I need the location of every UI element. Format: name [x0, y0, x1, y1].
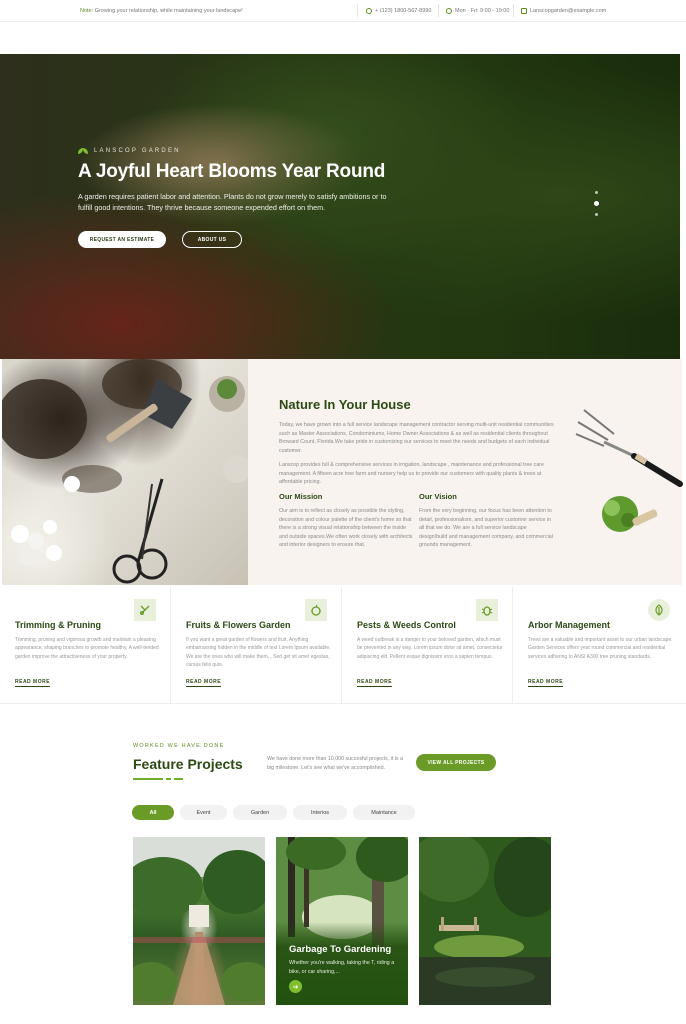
- service-card: Fruits & Flowers Garden If you want a gr…: [171, 587, 342, 704]
- arrow-right-icon[interactable]: ➜: [289, 980, 302, 993]
- topbar-hours: Mon - Fri: 9:00 - 19:00: [446, 8, 509, 14]
- about-paragraph-2: Lanscop provides full & comprehensive se…: [279, 462, 544, 485]
- divider: [438, 4, 439, 17]
- mission-text: Our aim is to reflect as closely as poss…: [279, 508, 413, 548]
- featured-project-text: Whether you're walking, taking the T, ri…: [289, 960, 395, 975]
- about-us-button[interactable]: ABOUT US: [182, 231, 242, 248]
- services-row: Trimming & Pruning Trimming, pruning and…: [0, 587, 686, 704]
- view-all-projects-button[interactable]: VIEW ALL PROJECTS: [416, 754, 496, 771]
- clock-icon: [446, 8, 452, 14]
- garden-tools-illustration: [2, 359, 248, 584]
- leaf-icon: [648, 599, 670, 621]
- service-text: Trees are a valuable and important asset…: [528, 637, 673, 660]
- filter-maintance[interactable]: Maintance: [353, 805, 415, 820]
- topbar-email-text: Lanscopgarden@example.com: [530, 8, 607, 14]
- service-card: Trimming & Pruning Trimming, pruning and…: [0, 587, 171, 704]
- divider: [357, 4, 358, 17]
- slider-dot-active[interactable]: [594, 201, 599, 206]
- hero-brand: LANSCOP GARDEN: [78, 148, 408, 154]
- service-card: Arbor Management Trees are a valuable an…: [513, 587, 684, 704]
- project-card[interactable]: [419, 837, 551, 1005]
- service-title: Fruits & Flowers Garden: [186, 620, 291, 630]
- rake-and-plant-illustration: [575, 409, 683, 532]
- read-more-link[interactable]: READ MORE: [357, 679, 393, 687]
- topbar-phone-text: + (123) 1800-567-8990: [375, 8, 432, 14]
- projects-text: We have done more than 10,000 succesful …: [267, 756, 403, 771]
- phone-icon: [366, 8, 372, 14]
- shears-icon: [134, 599, 156, 621]
- divider: [513, 4, 514, 17]
- service-text: If you want a great garden of flowers an…: [186, 637, 331, 668]
- about-section: Nature In Your House Today, we have grow…: [248, 359, 683, 585]
- leaf-icon: [78, 148, 88, 154]
- mail-icon: [521, 8, 527, 14]
- hero-slider: LANSCOP GARDEN A Joyful Heart Blooms Yea…: [0, 54, 680, 359]
- topbar-email[interactable]: Lanscopgarden@example.com: [521, 8, 606, 14]
- top-bar: Note: Growing your relationship, while m…: [0, 0, 686, 22]
- slider-dot[interactable]: [595, 213, 598, 216]
- about-image: [2, 359, 248, 585]
- topbar-note: Note: Growing your relationship, while m…: [80, 8, 243, 14]
- filter-event[interactable]: Event: [180, 805, 227, 820]
- project-filters: All Event Garden Interios Maintance: [132, 805, 415, 820]
- topbar-hours-text: Mon - Fri: 9:00 - 19:00: [455, 8, 510, 14]
- projects-title: Feature Projects: [133, 756, 243, 772]
- garden-path-photo: [133, 837, 265, 1005]
- projects-eyebrow: WORKED WE HAVE DONE: [133, 743, 225, 749]
- bug-icon: [476, 599, 498, 621]
- vision-title: Our Vision: [419, 492, 457, 501]
- read-more-link[interactable]: READ MORE: [15, 679, 51, 687]
- topbar-note-label: Note:: [80, 8, 94, 14]
- filter-interios[interactable]: Interios: [293, 805, 347, 820]
- topbar-phone[interactable]: + (123) 1800-567-8990: [366, 8, 431, 14]
- slider-dot[interactable]: [595, 191, 598, 194]
- pond-bridge-photo: [419, 837, 551, 1005]
- service-text: Trimming, pruning and vigorous growth an…: [15, 637, 159, 660]
- filter-garden[interactable]: Garden: [233, 805, 287, 820]
- service-title: Trimming & Pruning: [15, 620, 102, 630]
- project-card[interactable]: [133, 837, 265, 1005]
- service-title: Arbor Management: [528, 620, 611, 630]
- fruit-icon: [305, 599, 327, 621]
- hero-content: LANSCOP GARDEN A Joyful Heart Blooms Yea…: [78, 148, 408, 248]
- read-more-link[interactable]: READ MORE: [528, 679, 564, 687]
- request-estimate-button[interactable]: REQUEST AN ESTIMATE: [78, 231, 166, 248]
- about-paragraph-1: Today, we have grown into a full service…: [279, 422, 554, 454]
- hero-brand-text: LANSCOP GARDEN: [94, 148, 181, 154]
- hero-buttons: REQUEST AN ESTIMATE ABOUT US: [78, 231, 408, 248]
- vision-text: From the very beginning, our focus has b…: [419, 508, 553, 548]
- service-card: Pests & Weeds Control A weed outbreak is…: [342, 587, 513, 704]
- filter-all[interactable]: All: [132, 805, 174, 820]
- service-title: Pests & Weeds Control: [357, 620, 456, 630]
- service-text: A weed outbreak is a danger to your belo…: [357, 637, 503, 660]
- hero-title: A Joyful Heart Blooms Year Round: [78, 161, 386, 182]
- slider-dots: [594, 191, 599, 216]
- project-card-featured[interactable]: Garbage To Gardening Whether you're walk…: [276, 837, 408, 1005]
- mission-title: Our Mission: [279, 492, 323, 501]
- featured-project-title[interactable]: Garbage To Gardening: [289, 944, 391, 955]
- read-more-link[interactable]: READ MORE: [186, 679, 222, 687]
- hero-text: A garden requires patient labor and atte…: [78, 192, 387, 212]
- title-underline: [133, 778, 183, 780]
- about-title: Nature In Your House: [279, 397, 411, 412]
- topbar-note-text: Growing your relationship, while maintai…: [94, 8, 243, 14]
